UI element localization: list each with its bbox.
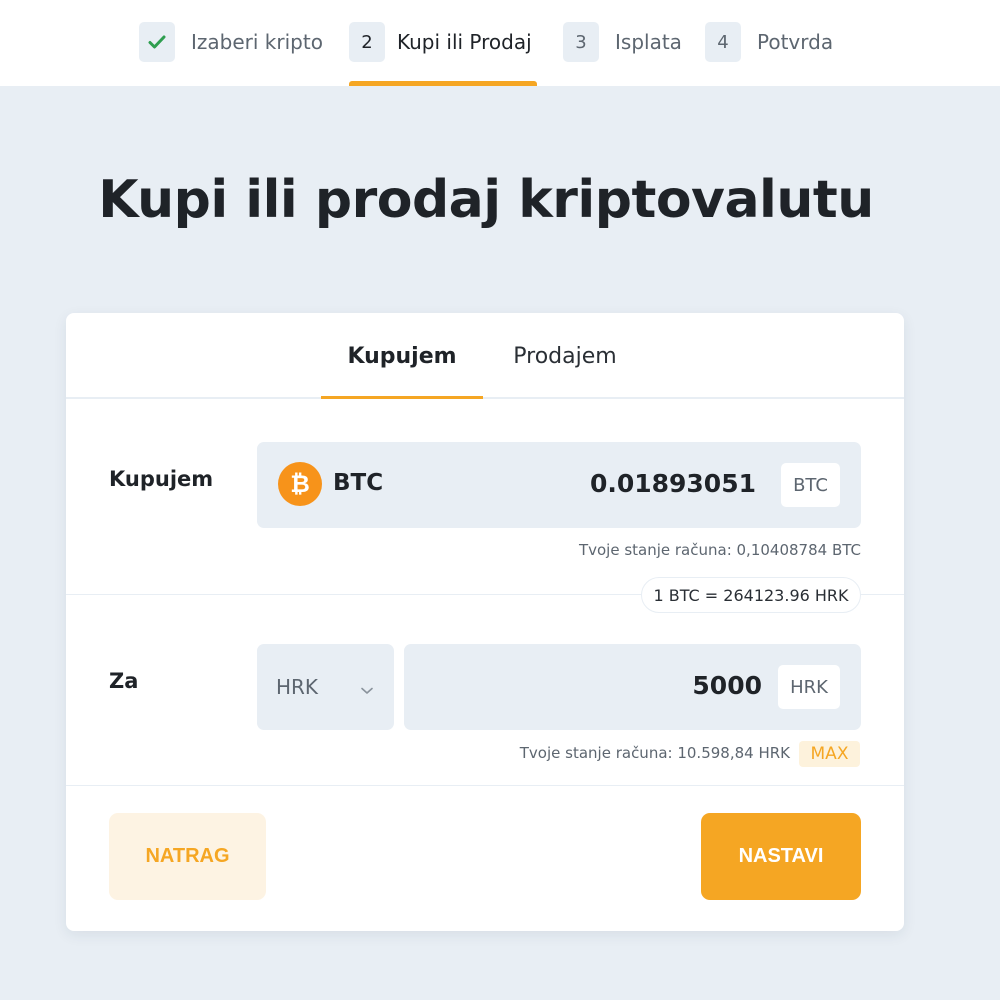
page-title: Kupi ili prodaj kriptovalutu bbox=[98, 170, 874, 230]
currency-select[interactable]: HRK bbox=[257, 644, 394, 730]
trade-card: Kupujem Prodajem Kupujem ₿ BTC 0.0189305… bbox=[66, 313, 904, 931]
step-select-crypto[interactable]: Izaberi kripto bbox=[139, 22, 323, 62]
active-step-indicator bbox=[349, 81, 537, 86]
buy-amount-value[interactable]: 0.01893051 bbox=[557, 469, 756, 498]
step-label: Potvrda bbox=[757, 30, 834, 54]
step-confirm[interactable]: 4 Potvrda bbox=[705, 22, 833, 62]
step-number: 4 bbox=[705, 22, 741, 62]
buy-unit-chip: BTC bbox=[781, 463, 840, 507]
chevron-down-icon bbox=[361, 680, 373, 699]
coin-name: BTC bbox=[333, 470, 384, 496]
step-label: Izaberi kripto bbox=[191, 30, 323, 54]
tab-sell[interactable]: Prodajem bbox=[483, 313, 647, 399]
check-icon bbox=[139, 22, 175, 62]
currency-selected: HRK bbox=[276, 675, 319, 699]
fiat-balance: Tvoje stanje računa: 10.598,84 HRK bbox=[519, 744, 790, 762]
step-payout[interactable]: 3 Isplata bbox=[563, 22, 682, 62]
trade-tabs: Kupujem Prodajem bbox=[66, 313, 904, 399]
exchange-rate-badge: 1 BTC = 264123.96 HRK bbox=[641, 577, 861, 613]
step-label: Kupi ili Prodaj bbox=[397, 30, 532, 54]
buy-row-label: Kupujem bbox=[109, 467, 214, 491]
step-label: Isplata bbox=[615, 30, 682, 54]
continue-button[interactable]: NASTAVI bbox=[701, 813, 861, 900]
step-number: 2 bbox=[349, 22, 385, 62]
max-button[interactable]: MAX bbox=[799, 741, 860, 767]
back-button[interactable]: NATRAG bbox=[109, 813, 266, 900]
step-buy-sell[interactable]: 2 Kupi ili Prodaj bbox=[349, 22, 532, 62]
step-number: 3 bbox=[563, 22, 599, 62]
section-divider bbox=[66, 785, 904, 786]
bitcoin-icon: ₿ bbox=[278, 462, 322, 506]
stepper: Izaberi kripto 2 Kupi ili Prodaj 3 Ispla… bbox=[0, 0, 1000, 86]
active-tab-indicator bbox=[321, 396, 483, 399]
crypto-balance: Tvoje stanje računa: 0,10408784 BTC bbox=[578, 541, 861, 559]
pay-amount-value[interactable]: 5000 bbox=[584, 671, 762, 700]
buy-amount-field[interactable]: ₿ BTC 0.01893051 BTC bbox=[257, 442, 861, 528]
pay-unit-chip: HRK bbox=[778, 665, 840, 709]
pay-amount-field[interactable]: 5000 HRK bbox=[404, 644, 861, 730]
pay-row-label: Za bbox=[109, 669, 139, 693]
tab-buy[interactable]: Kupujem bbox=[321, 313, 483, 399]
